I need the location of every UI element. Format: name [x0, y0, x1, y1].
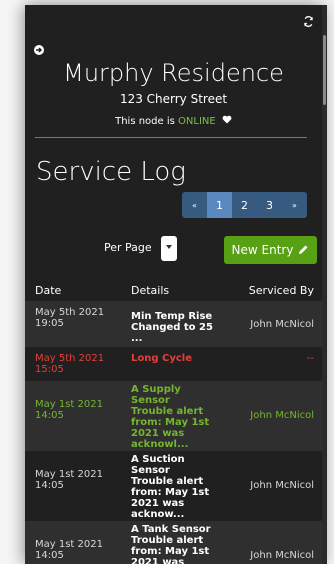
row-details: A Tank Sensor Trouble alert from: May 1s…	[131, 524, 211, 564]
arrow-circle-right-icon[interactable]	[34, 45, 44, 55]
node-status: This node is ONLINE	[25, 115, 322, 127]
chevron-down-icon	[166, 245, 172, 249]
page-next[interactable]: »	[282, 192, 307, 218]
row-details: Long Cycle	[131, 353, 192, 364]
new-entry-label: New Entry	[231, 243, 294, 257]
service-log-table: May 5th 2021 19:05 Min Temp Rise Changed…	[25, 301, 322, 564]
per-page-select[interactable]	[161, 236, 177, 261]
row-serviced-by: John McNicol	[250, 410, 314, 421]
scrollbar[interactable]	[322, 5, 327, 564]
row-date: May 5th 2021 19:05	[35, 307, 105, 329]
row-date: May 1st 2021 14:05	[35, 399, 103, 421]
pagination: « 1 2 3 »	[182, 192, 307, 218]
row-date: May 1st 2021 14:05	[35, 539, 103, 561]
row-serviced-by: John McNicol	[250, 319, 314, 330]
per-page-label: Per Page	[104, 241, 152, 254]
new-entry-button[interactable]: New Entry	[224, 236, 317, 264]
row-details: Min Temp Rise Changed to 25 ...	[131, 311, 213, 344]
table-row[interactable]: May 1st 2021 14:05 A Suction Sensor Trou…	[25, 451, 322, 521]
table-row[interactable]: May 1st 2021 14:05 A Supply Sensor Troub…	[25, 381, 322, 451]
address: 123 Cherry Street	[119, 92, 228, 106]
column-date[interactable]: Date	[35, 284, 61, 297]
table-row[interactable]: May 1st 2021 14:05 A Tank Sensor Trouble…	[25, 521, 322, 564]
page-prev[interactable]: «	[182, 192, 207, 218]
row-serviced-by: John McNicol	[250, 480, 314, 491]
section-heading: Service Log	[36, 157, 186, 187]
table-row[interactable]: May 5th 2021 19:05 Min Temp Rise Changed…	[25, 301, 322, 347]
column-details[interactable]: Details	[131, 284, 169, 297]
row-details: A Suction Sensor Trouble alert from: May…	[131, 454, 210, 520]
page-2[interactable]: 2	[232, 192, 257, 218]
divider	[35, 137, 307, 138]
row-date: May 5th 2021 15:05	[35, 353, 105, 375]
table-row[interactable]: May 5th 2021 15:05 Long Cycle --	[25, 347, 322, 381]
app-screen: Murphy Residence 123 Cherry Street This …	[25, 5, 322, 564]
row-serviced-by: --	[306, 353, 314, 364]
status-online: ONLINE	[178, 116, 216, 127]
row-details: A Supply Sensor Trouble alert from: May …	[131, 384, 210, 450]
page-3[interactable]: 3	[257, 192, 282, 218]
heart-icon	[222, 115, 232, 127]
row-serviced-by: John McNicol	[250, 550, 314, 561]
column-serviced-by[interactable]: Serviced By	[249, 284, 314, 297]
row-date: May 1st 2021 14:05	[35, 469, 103, 491]
scroll-thumb[interactable]	[323, 35, 326, 105]
pencil-icon	[299, 245, 308, 254]
status-prefix: This node is	[115, 116, 179, 127]
table-header: Date Details Serviced By	[25, 280, 322, 299]
page-title: Murphy Residence	[63, 59, 284, 87]
refresh-icon[interactable]	[303, 12, 314, 31]
page-1[interactable]: 1	[207, 192, 232, 218]
